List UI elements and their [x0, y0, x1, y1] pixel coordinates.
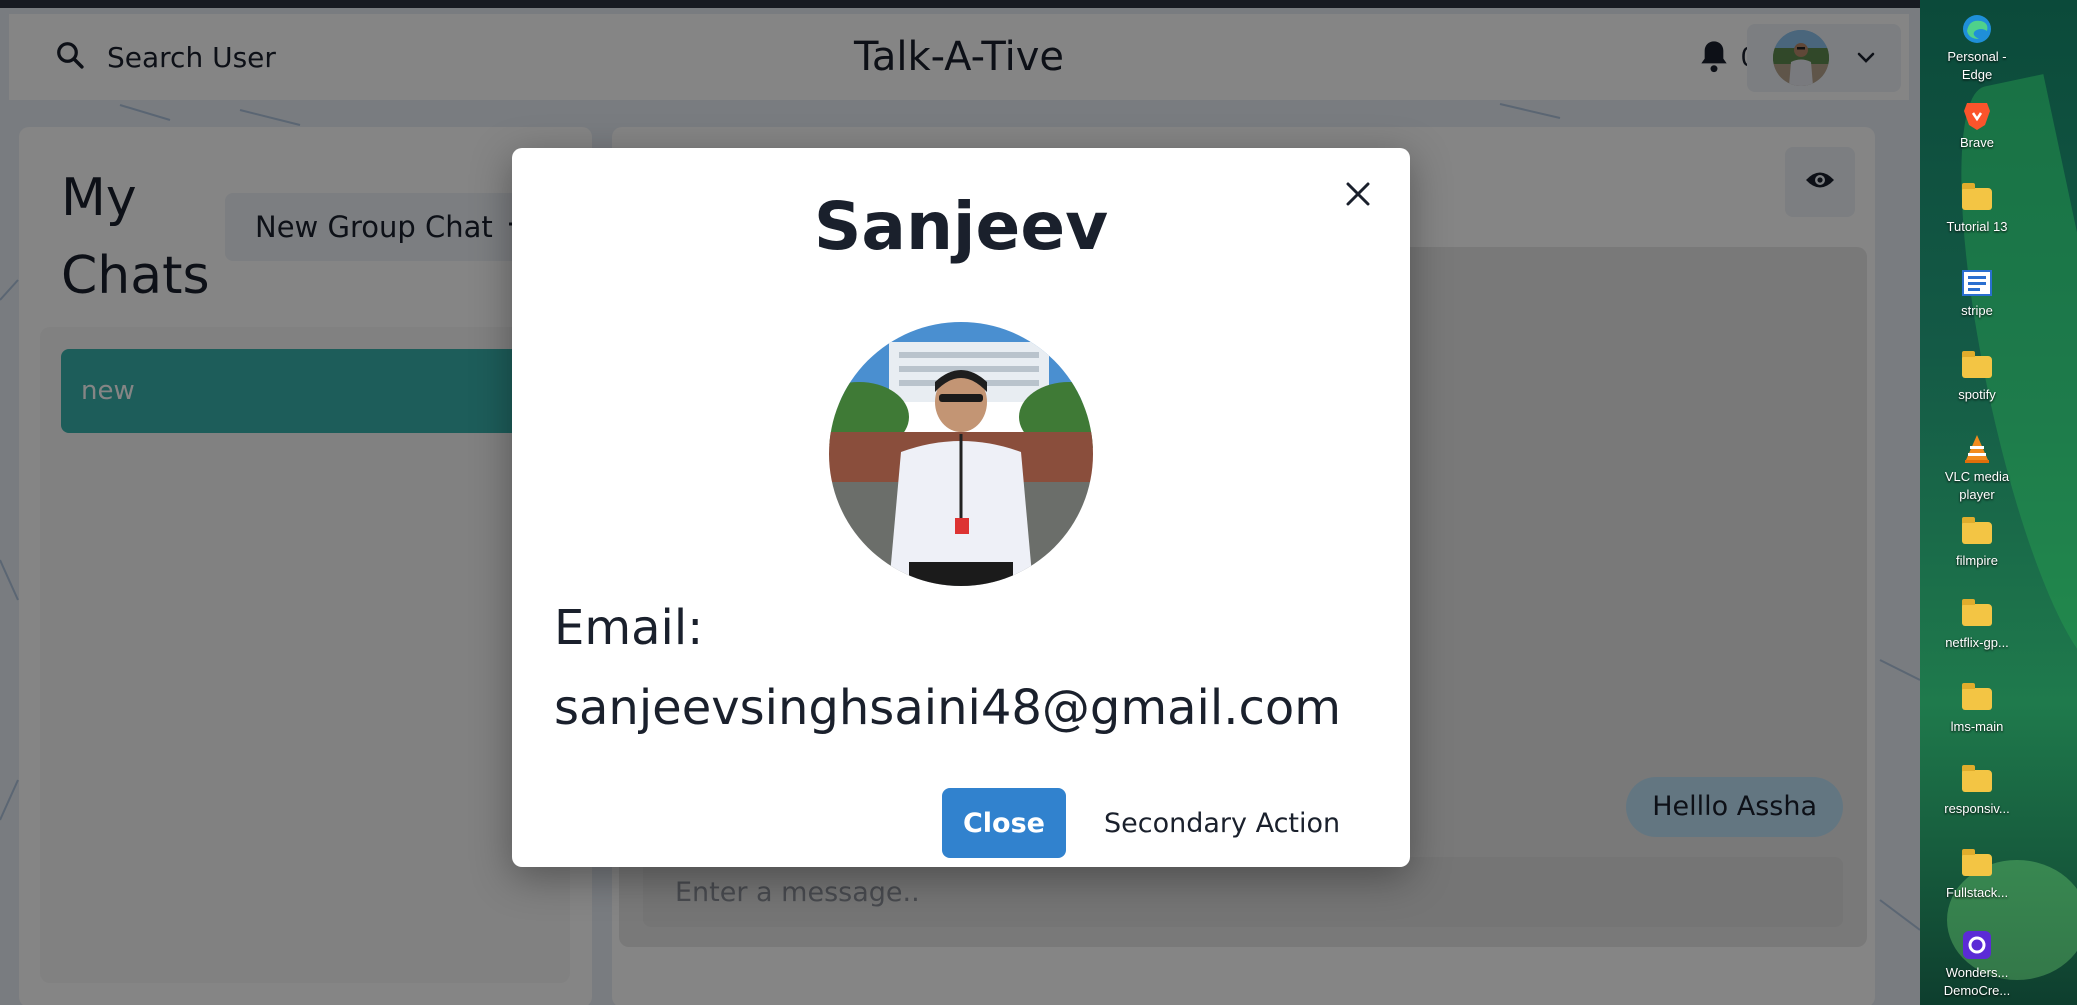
desktop-icon-fullstack[interactable]: Fullstack...	[1920, 849, 2034, 902]
folder-icon	[1959, 683, 1995, 714]
email-label: Email:	[554, 600, 704, 656]
desktop-icon-label: Personal -	[1947, 49, 2007, 64]
brave-icon	[1959, 100, 1995, 130]
wondershare-icon	[1959, 930, 1995, 960]
vlc-icon	[1959, 434, 1995, 464]
profile-picture	[829, 322, 1093, 586]
desktop-area: Personal - Edge Brave Tutorial 13 stripe…	[1920, 0, 2077, 1005]
desktop-icon-label: stripe	[1961, 303, 1993, 318]
desktop-icon-vlc[interactable]: VLC media player	[1920, 434, 2034, 504]
desktop-icon-label: player	[1959, 487, 1995, 502]
desktop-icon-label: Fullstack...	[1945, 885, 2009, 900]
desktop-icon-label: spotify	[1958, 387, 1996, 402]
folder-icon	[1959, 351, 1995, 382]
folder-icon	[1959, 599, 1995, 630]
folder-icon	[1959, 183, 1995, 214]
edge-icon	[1959, 14, 1995, 44]
desktop-icon-label: responsiv...	[1944, 801, 2010, 816]
desktop-icon-label: Edge	[1961, 67, 1993, 82]
desktop-icon-spotify[interactable]: spotify	[1920, 351, 2034, 404]
desktop-icon-label: Brave	[1960, 135, 1994, 150]
desktop-icon-responsive[interactable]: responsiv...	[1920, 765, 2034, 818]
desktop-icon-label: netflix-gp...	[1945, 635, 2009, 650]
secondary-action-button[interactable]: Secondary Action	[1078, 788, 1366, 858]
folder-icon	[1959, 765, 1995, 796]
desktop-icon-lms-main[interactable]: lms-main	[1920, 683, 2034, 736]
desktop-icon-tutorial-13[interactable]: Tutorial 13	[1920, 183, 2034, 236]
desktop-icon-label: filmpire	[1956, 553, 1998, 568]
desktop-icon-netflix[interactable]: netflix-gp...	[1920, 599, 2034, 652]
desktop-icon-filmpire[interactable]: filmpire	[1920, 517, 2034, 570]
document-icon	[1959, 268, 1995, 298]
desktop-icon-wondershare[interactable]: Wonders... DemoCre...	[1920, 930, 2034, 1000]
desktop-icon-label: Tutorial 13	[1946, 219, 2008, 234]
folder-icon	[1959, 849, 1995, 880]
folder-icon	[1959, 517, 1995, 548]
desktop-icon-label: Wonders...	[1945, 965, 2009, 980]
desktop-icon-label: lms-main	[1950, 719, 2004, 734]
desktop-icon-edge[interactable]: Personal - Edge	[1920, 14, 2034, 84]
browser-viewport: Search User Talk-A-Tive 0	[0, 0, 1920, 1005]
desktop-icon-stripe[interactable]: stripe	[1920, 268, 2034, 320]
profile-modal: Sanjeev Email: sanjeevsinghsaini48@gmail…	[512, 148, 1410, 867]
modal-title: Sanjeev	[813, 188, 1109, 265]
email-value: sanjeevsinghsaini48@gmail.com	[554, 680, 1341, 736]
desktop-icon-label: DemoCre...	[1943, 983, 2011, 998]
close-button[interactable]: Close	[942, 788, 1066, 858]
desktop-icon-brave[interactable]: Brave	[1920, 100, 2034, 152]
desktop-icon-label: VLC media	[1944, 469, 2010, 484]
